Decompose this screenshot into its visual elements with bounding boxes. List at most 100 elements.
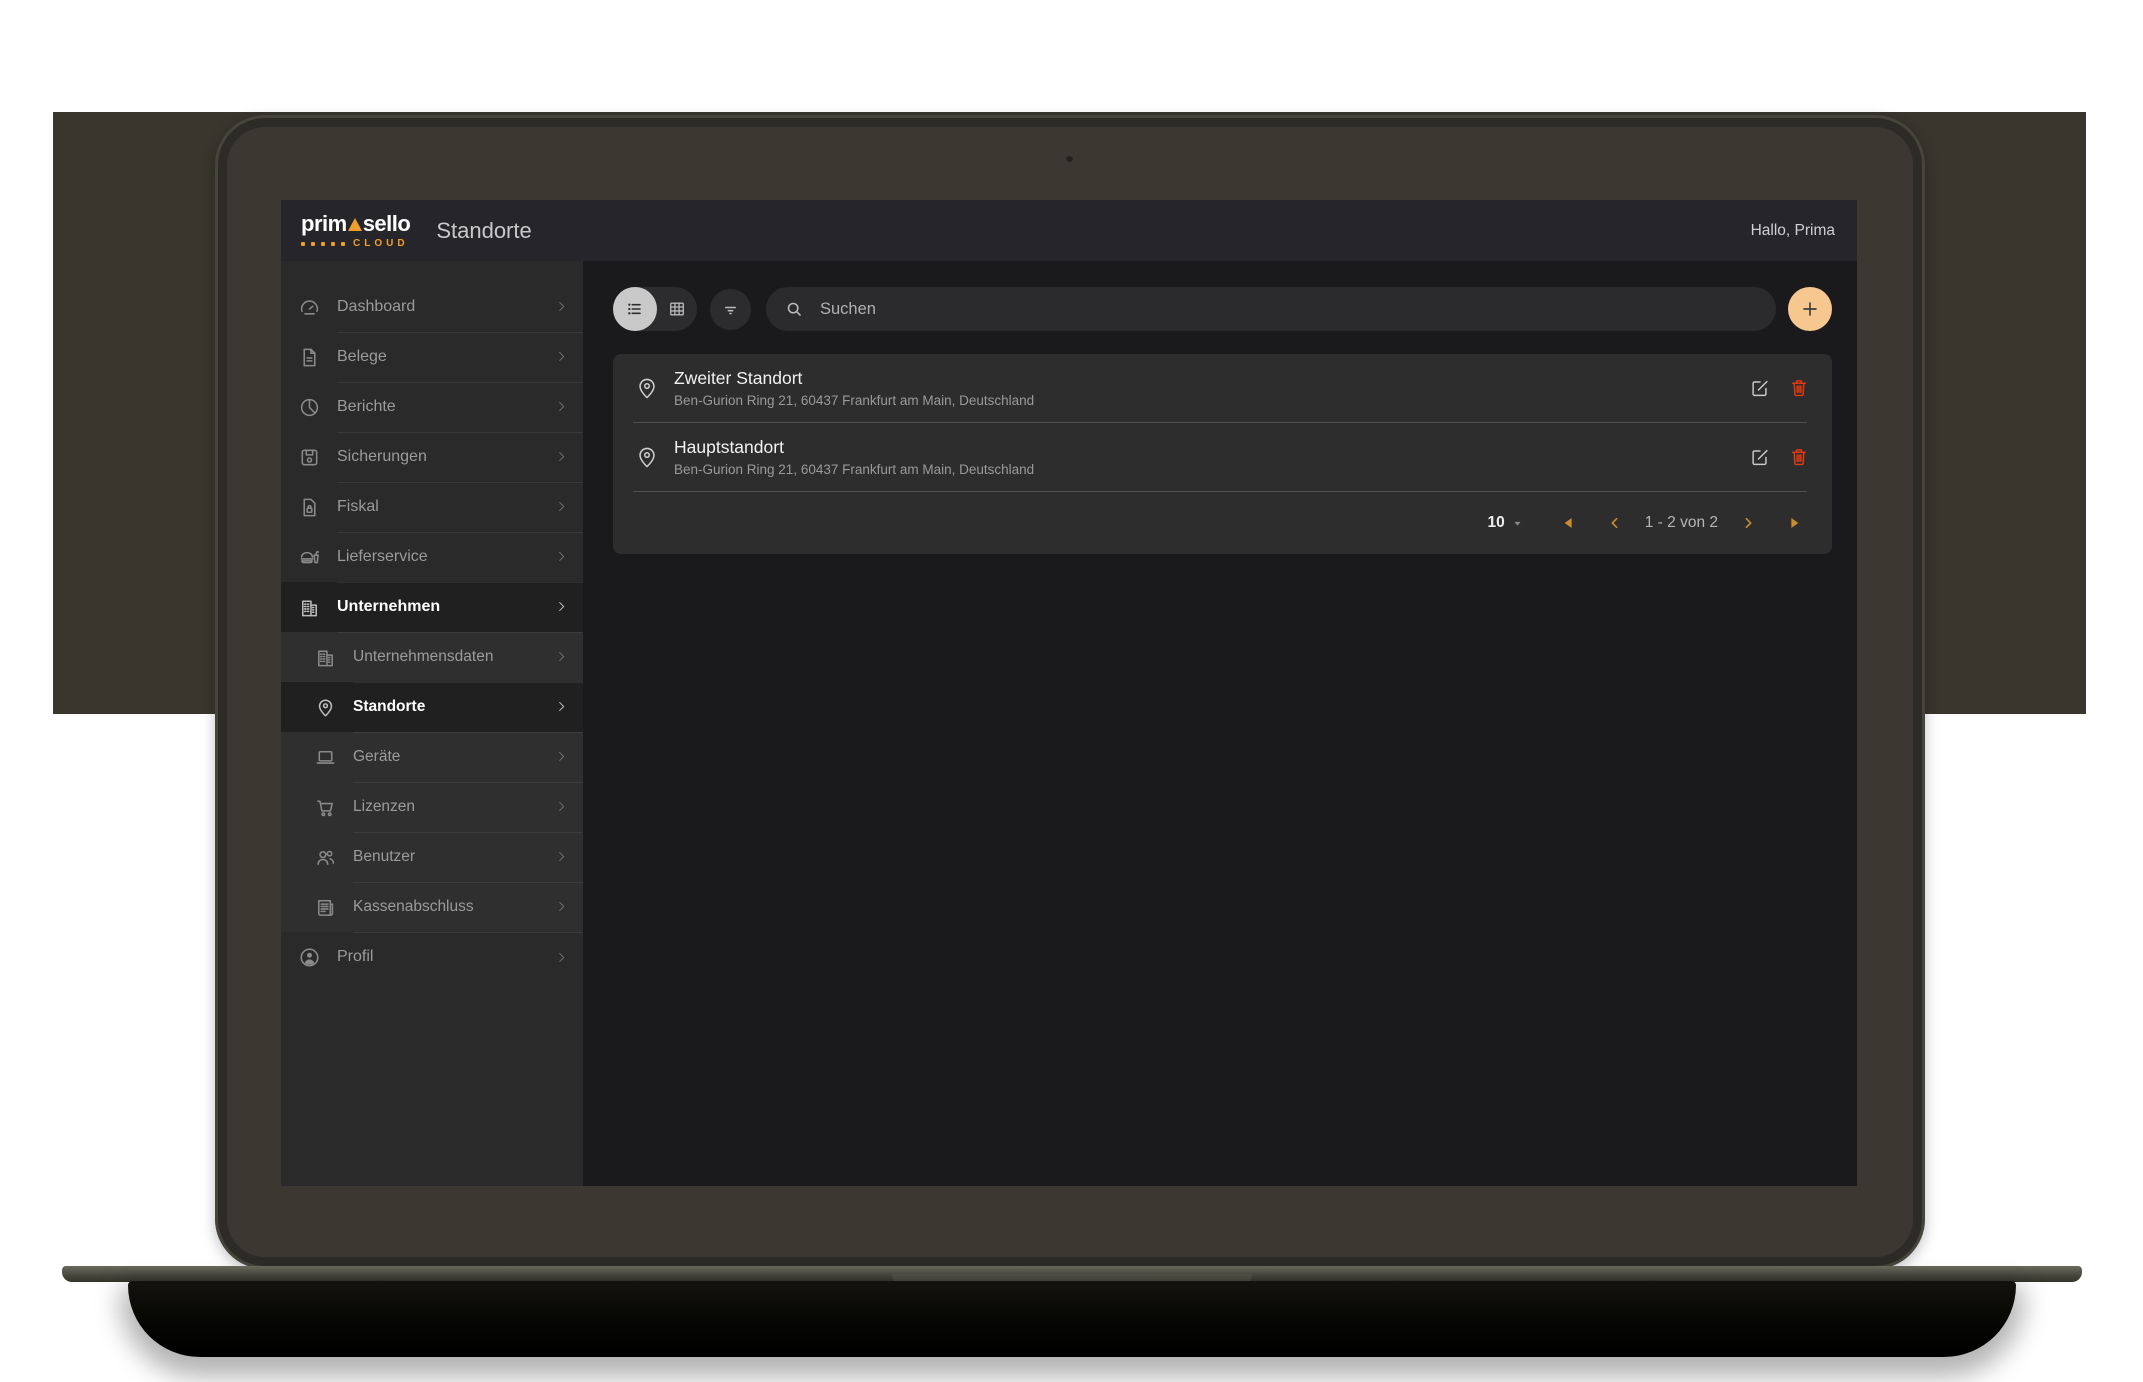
filter-button[interactable] bbox=[710, 289, 751, 330]
chevron-right-icon bbox=[554, 849, 569, 864]
chevron-right-icon bbox=[554, 950, 569, 965]
sidebar-item-kassenabschluss[interactable]: Kassenabschluss bbox=[281, 882, 583, 932]
chevron-right-icon bbox=[554, 699, 569, 714]
last-page-button[interactable] bbox=[1786, 515, 1802, 531]
delete-location-button[interactable] bbox=[1788, 446, 1810, 468]
brand-caret-icon bbox=[348, 218, 362, 231]
chevron-right-icon bbox=[554, 399, 569, 414]
laptop-base-shadow bbox=[128, 1281, 2016, 1357]
brand-subline: CLOUD bbox=[301, 239, 410, 249]
screenshot-stage: prim sello CLOUD Standorte Hallo, Prima D… bbox=[0, 0, 2143, 1382]
map-pin-icon bbox=[634, 444, 662, 470]
chevron-right-icon bbox=[554, 899, 569, 914]
brand-dots-icon bbox=[301, 242, 345, 246]
company-buildings-icon bbox=[314, 645, 338, 669]
add-location-button[interactable] bbox=[1788, 287, 1832, 331]
save-icon bbox=[298, 445, 322, 469]
sidebar-item-belege[interactable]: Belege bbox=[281, 332, 583, 382]
sidebar-item-benutzer[interactable]: Benutzer bbox=[281, 832, 583, 882]
edit-location-button[interactable] bbox=[1749, 377, 1771, 399]
page-title: Standorte bbox=[436, 218, 531, 244]
plus-icon bbox=[1799, 298, 1821, 320]
edit-location-button[interactable] bbox=[1749, 446, 1771, 468]
main-content: Zweiter Standort Ben-Gurion Ring 21, 604… bbox=[583, 261, 1857, 1186]
profile-icon bbox=[298, 945, 322, 969]
chevron-right-icon bbox=[1740, 515, 1756, 531]
company-buildings-icon bbox=[298, 595, 322, 619]
sidebar-item-sicherungen[interactable]: Sicherungen bbox=[281, 432, 583, 482]
delete-location-button[interactable] bbox=[1788, 377, 1810, 399]
app-window: prim sello CLOUD Standorte Hallo, Prima D… bbox=[281, 200, 1857, 1186]
webcam-dot bbox=[1066, 155, 1073, 162]
trash-icon bbox=[1788, 446, 1810, 468]
page-size-select[interactable]: 10 bbox=[1488, 514, 1523, 532]
next-page-button[interactable] bbox=[1740, 515, 1756, 531]
sidebar-submenu-unternehmen: Unternehmensdaten Standorte bbox=[281, 632, 583, 932]
location-name: Zweiter Standort bbox=[674, 368, 1749, 389]
sidebar-item-unternehmen[interactable]: Unternehmen bbox=[281, 582, 583, 632]
view-toggle bbox=[613, 287, 697, 331]
chevron-left-icon bbox=[1607, 515, 1623, 531]
sidebar-item-profil[interactable]: Profil bbox=[281, 932, 583, 982]
brand-prefix: prim bbox=[301, 213, 347, 235]
sidebar-item-unternehmensdaten[interactable]: Unternehmensdaten bbox=[281, 632, 583, 682]
brand-suffix: sello bbox=[363, 213, 411, 235]
previous-page-button[interactable] bbox=[1607, 515, 1623, 531]
chevron-right-icon bbox=[554, 749, 569, 764]
location-row[interactable]: Hauptstandort Ben-Gurion Ring 21, 60437 … bbox=[613, 423, 1832, 491]
user-greeting: Hallo, Prima bbox=[1751, 222, 1835, 240]
chevron-right-icon bbox=[554, 499, 569, 514]
chevron-right-icon bbox=[554, 549, 569, 564]
search-box bbox=[766, 287, 1776, 331]
newspaper-icon bbox=[314, 895, 338, 919]
location-name: Hauptstandort bbox=[674, 437, 1749, 458]
location-row[interactable]: Zweiter Standort Ben-Gurion Ring 21, 604… bbox=[613, 354, 1832, 422]
edit-icon bbox=[1749, 377, 1771, 399]
laptop-base bbox=[62, 1266, 2082, 1282]
delivery-food-icon bbox=[298, 545, 322, 569]
edit-icon bbox=[1749, 446, 1771, 468]
chevron-right-icon bbox=[554, 449, 569, 464]
map-pin-icon bbox=[634, 375, 662, 401]
location-address: Ben-Gurion Ring 21, 60437 Frankfurt am M… bbox=[674, 462, 1749, 477]
last-page-icon bbox=[1786, 515, 1802, 531]
list-view-icon bbox=[625, 299, 645, 319]
sidebar-item-dashboard[interactable]: Dashboard bbox=[281, 282, 583, 332]
users-icon bbox=[314, 845, 338, 869]
filter-icon bbox=[721, 300, 740, 319]
brand-tagline: CLOUD bbox=[353, 239, 409, 249]
locations-card: Zweiter Standort Ben-Gurion Ring 21, 604… bbox=[613, 354, 1832, 554]
sidebar-item-lizenzen[interactable]: Lizenzen bbox=[281, 782, 583, 832]
list-view-button[interactable] bbox=[613, 287, 657, 331]
chevron-right-icon bbox=[554, 799, 569, 814]
chevron-right-icon bbox=[554, 299, 569, 314]
grid-view-icon bbox=[667, 299, 687, 319]
sidebar-item-fiskal[interactable]: Fiskal bbox=[281, 482, 583, 532]
document-lock-icon bbox=[298, 495, 322, 519]
pie-chart-icon bbox=[298, 395, 322, 419]
sidebar-item-lieferservice[interactable]: Lieferservice bbox=[281, 532, 583, 582]
grid-view-button[interactable] bbox=[657, 287, 697, 331]
trash-icon bbox=[1788, 377, 1810, 399]
app-header: prim sello CLOUD Standorte Hallo, Prima bbox=[281, 200, 1857, 261]
caret-down-icon bbox=[1512, 518, 1523, 529]
location-address: Ben-Gurion Ring 21, 60437 Frankfurt am M… bbox=[674, 393, 1749, 408]
chevron-right-icon bbox=[554, 599, 569, 614]
pagination: 10 1 - 2 von 2 bbox=[613, 492, 1832, 554]
sidebar: Dashboard Belege Berichte bbox=[281, 261, 583, 1186]
laptop-icon bbox=[314, 745, 338, 769]
search-icon bbox=[784, 299, 804, 319]
map-pin-icon bbox=[314, 695, 338, 719]
sidebar-item-geraete[interactable]: Geräte bbox=[281, 732, 583, 782]
sidebar-item-standorte[interactable]: Standorte bbox=[281, 682, 583, 732]
page-size-value: 10 bbox=[1488, 514, 1505, 532]
dashboard-icon bbox=[298, 295, 322, 319]
chevron-right-icon bbox=[554, 649, 569, 664]
pagination-range: 1 - 2 von 2 bbox=[1645, 514, 1718, 532]
brand-logo: prim sello CLOUD bbox=[301, 213, 410, 249]
chevron-right-icon bbox=[554, 349, 569, 364]
first-page-button[interactable] bbox=[1561, 515, 1577, 531]
sidebar-item-berichte[interactable]: Berichte bbox=[281, 382, 583, 432]
search-input[interactable] bbox=[818, 299, 1758, 320]
brand-wordmark: prim sello bbox=[301, 213, 410, 235]
